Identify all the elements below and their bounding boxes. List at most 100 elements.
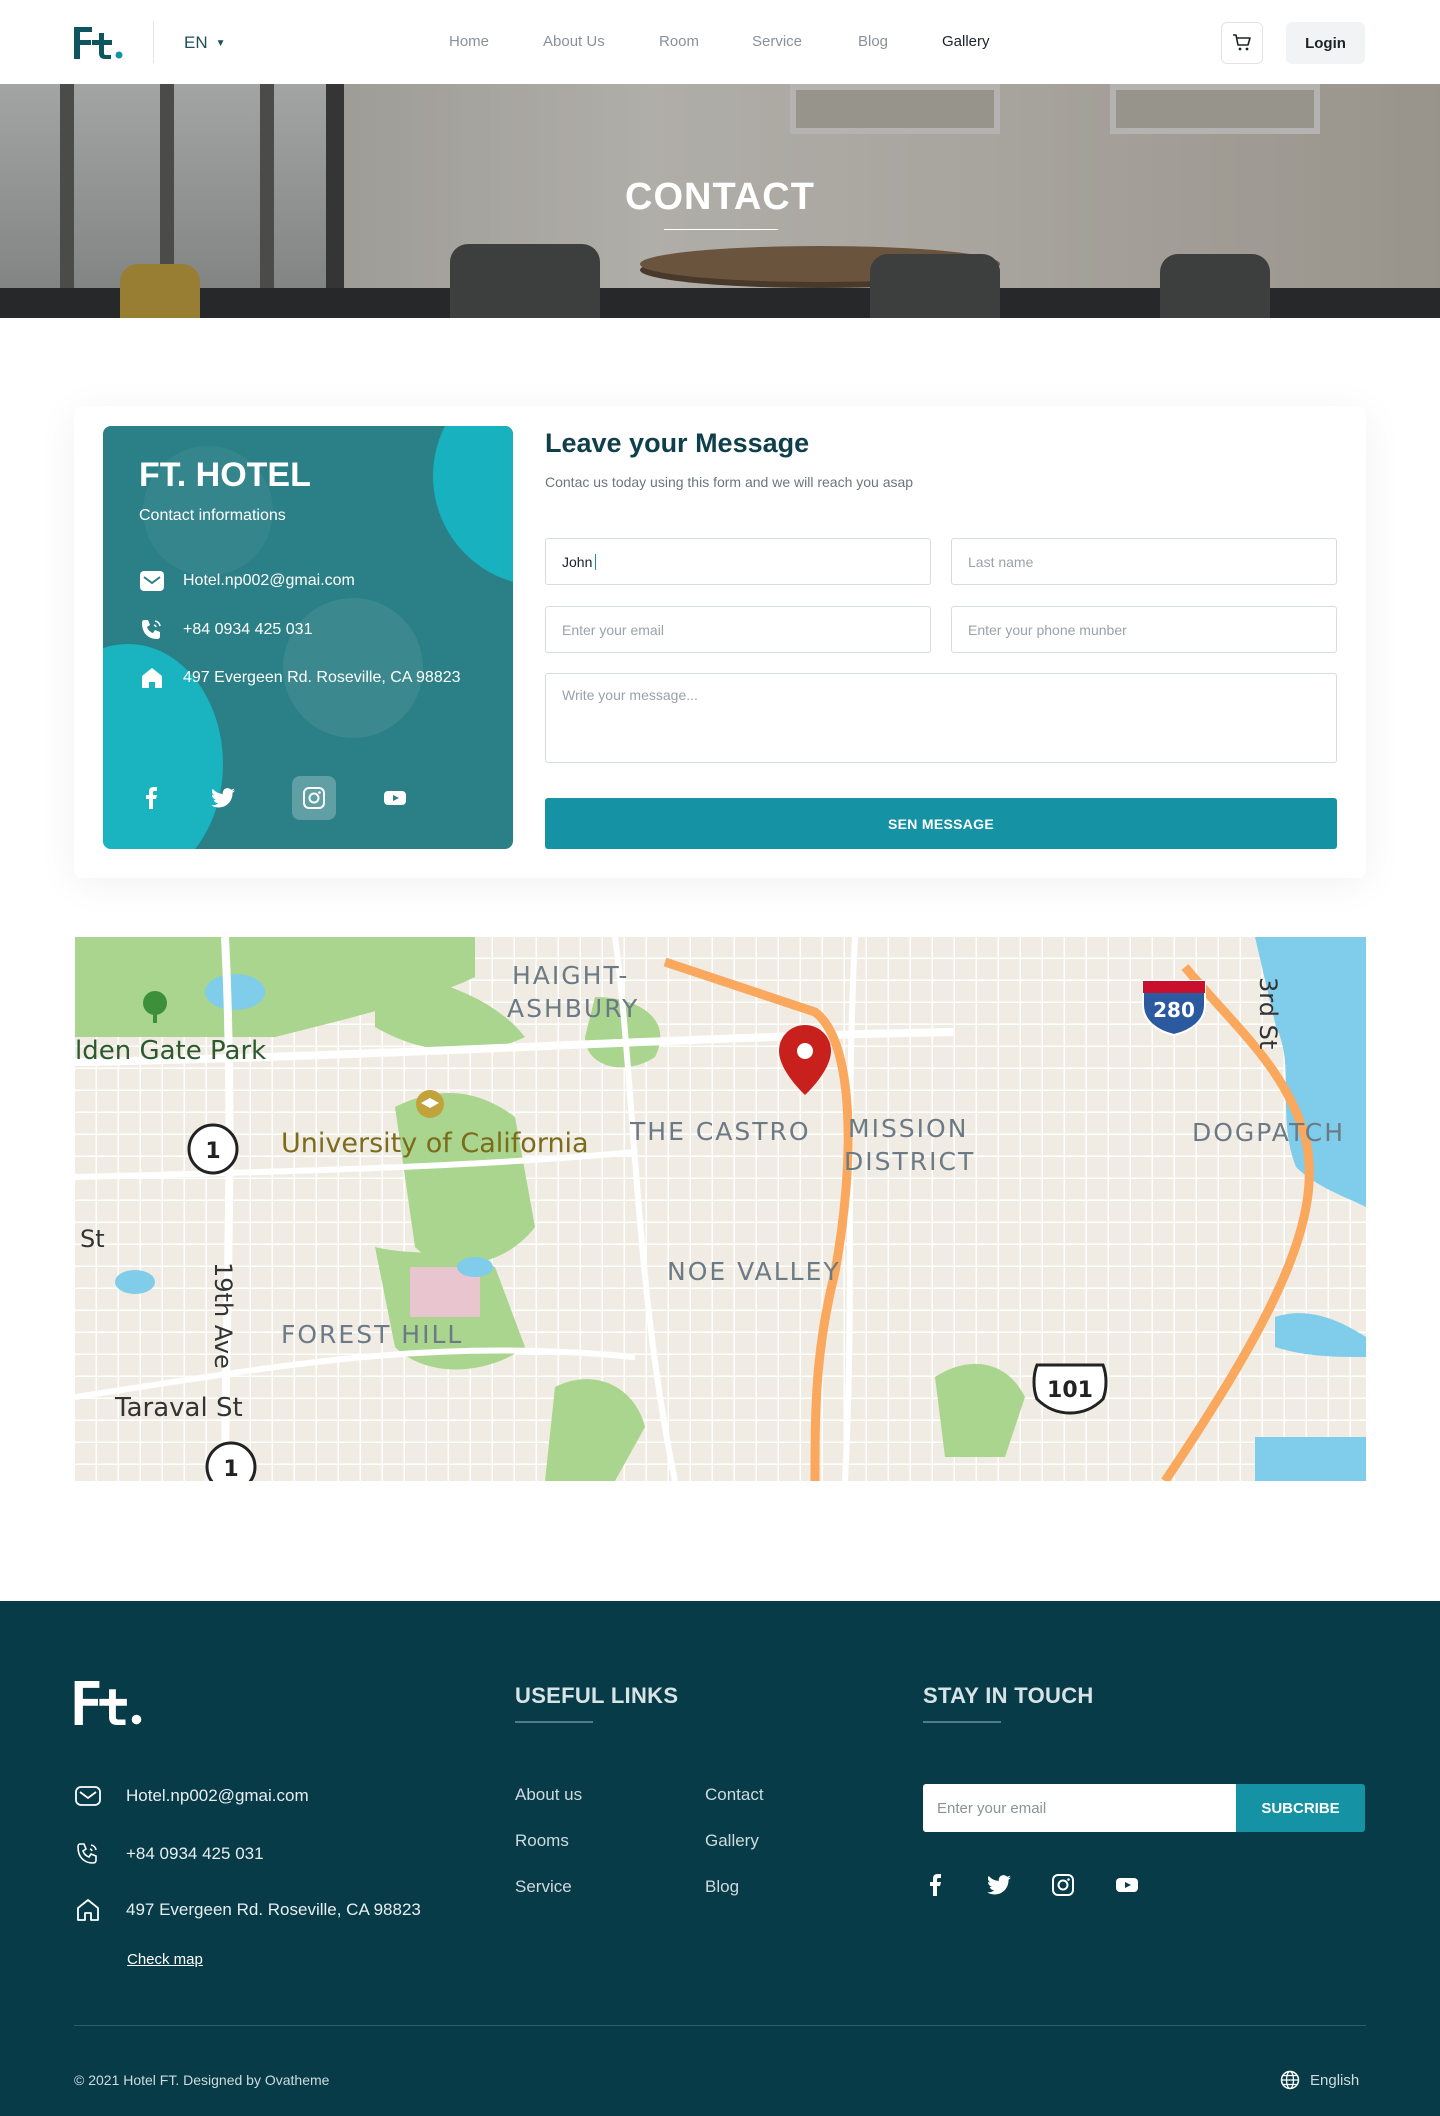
last-name-field[interactable]: Last name xyxy=(951,538,1337,585)
last-name-placeholder: Last name xyxy=(968,553,1034,570)
phone-placeholder: Enter your phone munber xyxy=(968,621,1127,638)
map-label: DISTRICT xyxy=(844,1147,975,1176)
footer-youtube-link[interactable] xyxy=(1111,1869,1143,1901)
card-phone[interactable]: +84 0934 425 031 xyxy=(183,621,312,639)
youtube-icon xyxy=(384,791,406,805)
lake xyxy=(205,974,265,1010)
twitter-icon xyxy=(211,788,235,808)
footer-divider xyxy=(74,2025,1366,2026)
map-label: University of California xyxy=(281,1128,589,1159)
youtube-link[interactable] xyxy=(373,776,417,820)
card-subtitle: Contact informations xyxy=(139,507,286,524)
home-icon xyxy=(77,1899,99,1921)
footer-link-gallery[interactable]: Gallery xyxy=(705,1831,759,1851)
facebook-link[interactable] xyxy=(129,776,173,820)
twitter-link[interactable] xyxy=(201,776,245,820)
shield-number: 1 xyxy=(223,1457,238,1481)
map-canvas: HAIGHT- ASHBURY THE CASTRO MISSION DISTR… xyxy=(75,937,1366,1481)
facebook-icon xyxy=(146,787,157,809)
first-name-value: John xyxy=(562,553,593,570)
phone-field[interactable]: Enter your phone munber xyxy=(951,606,1337,653)
nav-home[interactable]: Home xyxy=(449,33,489,50)
map-label: lden Gate Park xyxy=(75,1036,266,1066)
map-label: ASHBURY xyxy=(507,994,639,1023)
login-button[interactable]: Login xyxy=(1286,22,1365,64)
nav-service[interactable]: Service xyxy=(752,33,802,50)
university-icon xyxy=(416,1090,444,1118)
footer-phone[interactable]: +84 0934 425 031 xyxy=(126,1844,264,1864)
hero-banner: CONTACT xyxy=(0,84,1440,318)
instagram-icon xyxy=(1052,1874,1074,1896)
send-message-button[interactable]: SEN MESSAGE xyxy=(545,798,1337,849)
card-phone-row: +84 0934 425 031 xyxy=(139,618,312,642)
text-cursor xyxy=(595,553,597,570)
form-subtitle: Contac us today using this form and we w… xyxy=(545,474,914,490)
contact-page: EN ▼ Home About Us Room Service Blog Gal… xyxy=(0,0,1440,2116)
map-label: 3rd St xyxy=(1254,977,1282,1049)
footer-phone-row: +84 0934 425 031 xyxy=(74,1841,264,1867)
site-footer: Hotel.np002@gmai.com +84 0934 425 031 49… xyxy=(0,1601,1440,2116)
map-label: NOE VALLEY xyxy=(667,1257,841,1286)
footer-email[interactable]: Hotel.np002@gmai.com xyxy=(126,1786,309,1806)
site-header: EN ▼ Home About Us Room Service Blog Gal… xyxy=(0,0,1440,84)
park-area xyxy=(395,1093,535,1265)
footer-link-about[interactable]: About us xyxy=(515,1785,582,1805)
footer-logo[interactable] xyxy=(74,1681,144,1725)
cart-icon xyxy=(1233,34,1251,51)
route-shield: 1 xyxy=(187,1123,239,1175)
footer-email-row: Hotel.np002@gmai.com xyxy=(74,1785,309,1807)
card-address: 497 Evergeen Rd. Roseville, CA 98823 xyxy=(183,669,461,686)
contact-info-card: FT. HOTEL Contact informations Hotel.np0… xyxy=(103,426,513,849)
nav-gallery[interactable]: Gallery xyxy=(942,33,990,50)
map-label: St xyxy=(80,1225,105,1253)
footer-link-rooms[interactable]: Rooms xyxy=(515,1831,569,1851)
cart-button[interactable] xyxy=(1221,22,1263,64)
home-icon xyxy=(142,668,162,688)
footer-facebook-link[interactable] xyxy=(919,1869,951,1901)
nav-about-us[interactable]: About Us xyxy=(543,33,605,50)
mail-icon xyxy=(140,571,164,591)
map-label: 19th Ave xyxy=(209,1262,237,1369)
card-title: FT. HOTEL xyxy=(139,456,311,494)
phone-icon xyxy=(77,1843,97,1864)
us-route-shield: 101 xyxy=(1032,1363,1108,1415)
footer-twitter-link[interactable] xyxy=(983,1869,1015,1901)
twitter-icon xyxy=(987,1875,1011,1895)
useful-links-title: USEFUL LINKS xyxy=(515,1683,679,1708)
subscribe-button[interactable]: SUBCRIBE xyxy=(1236,1784,1365,1832)
shield-number: 101 xyxy=(1047,1378,1093,1403)
footer-language-label: English xyxy=(1310,2071,1360,2089)
map-label: FOREST HILL xyxy=(281,1320,463,1349)
globe-icon xyxy=(1280,2070,1300,2090)
footer-instagram-link[interactable] xyxy=(1047,1869,1079,1901)
message-placeholder: Write your message... xyxy=(562,687,698,703)
heading-underline xyxy=(515,1721,593,1723)
footer-link-service[interactable]: Service xyxy=(515,1877,572,1897)
copyright: © 2021 Hotel FT. Designed by Ovatheme xyxy=(74,2072,330,2088)
footer-address: 497 Evergeen Rd. Roseville, CA 98823 xyxy=(126,1900,421,1919)
footer-link-contact[interactable]: Contact xyxy=(705,1785,764,1805)
shield-number: 1 xyxy=(205,1139,220,1164)
email-field[interactable]: Enter your email xyxy=(545,606,931,653)
bay-water xyxy=(1255,1437,1366,1481)
title-underline xyxy=(664,229,778,230)
map-label: THE CASTRO xyxy=(629,1117,811,1146)
check-map-link[interactable]: Check map xyxy=(127,1951,203,1968)
instagram-link[interactable] xyxy=(292,776,336,820)
card-email[interactable]: Hotel.np002@gmai.com xyxy=(183,572,355,590)
footer-link-blog[interactable]: Blog xyxy=(705,1877,739,1897)
location-map[interactable]: HAIGHT- ASHBURY THE CASTRO MISSION DISTR… xyxy=(75,937,1366,1481)
nav-blog[interactable]: Blog xyxy=(858,33,888,50)
email-placeholder: Enter your email xyxy=(562,621,664,638)
card-email-row: Hotel.np002@gmai.com xyxy=(139,570,355,592)
message-field[interactable]: Write your message... xyxy=(545,673,1337,763)
newsletter-email-input[interactable]: Enter your email xyxy=(923,1784,1236,1832)
lake xyxy=(115,1270,155,1294)
footer-language-selector[interactable]: English xyxy=(1280,2070,1359,2090)
phone-icon xyxy=(142,620,161,639)
first-name-field[interactable]: John xyxy=(545,538,931,585)
lake xyxy=(457,1257,493,1277)
footer-address-row: 497 Evergeen Rd. Roseville, CA 98823 xyxy=(74,1897,421,1923)
map-label: Taraval St xyxy=(114,1393,243,1423)
nav-room[interactable]: Room xyxy=(659,33,699,50)
